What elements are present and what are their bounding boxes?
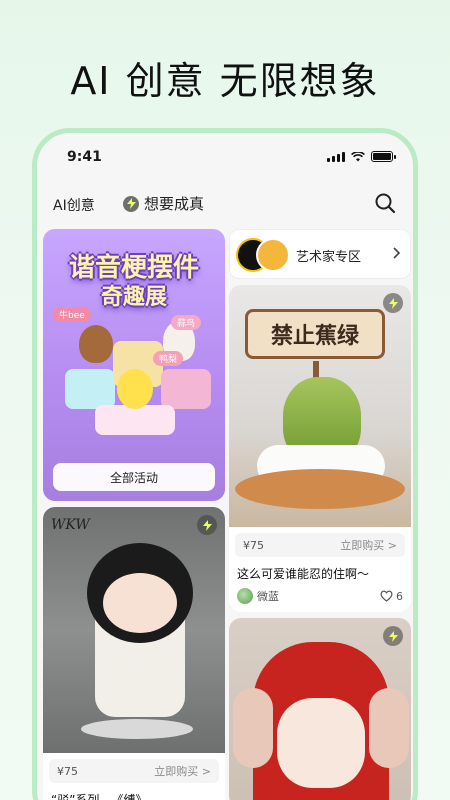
buy-now-link[interactable]: 立即购买 > <box>340 537 397 553</box>
chevron-right-icon <box>393 247 401 259</box>
status-icons <box>327 151 396 162</box>
product-card-right[interactable]: 禁止蕉绿 ¥75 立即购买 > 这么可爱谁能忍的住啊～ 微蓝 6 <box>229 285 411 612</box>
avatar <box>256 238 290 272</box>
all-activities-button[interactable]: 全部活动 <box>53 463 215 491</box>
product-name: 这么可爱谁能忍的住啊～ <box>237 567 370 581</box>
activity-banner[interactable]: 谐音梗摆件 奇趣展 牛bee 蒜鸟 鸭梨 全部活动 <box>43 229 225 501</box>
artist-zone-banner[interactable]: 艺术家专区 <box>229 229 411 279</box>
tag-pear: 鸭梨 <box>153 351 184 366</box>
price-row[interactable]: ¥75 立即购买 > <box>49 759 219 783</box>
figure-face <box>103 573 177 633</box>
product-name: “驳”系列—《缚》 <box>51 793 148 800</box>
product-card-left[interactable]: WKW ¥75 立即购买 > “驳”系列—《缚》 <box>43 507 225 800</box>
battery-icon <box>371 151 396 162</box>
product-image: WKW <box>43 507 225 753</box>
page-headline: AI 创意 无限想象 <box>70 59 380 103</box>
author-name: 微蓝 <box>257 590 279 603</box>
banner-block <box>161 369 211 409</box>
banner-block <box>95 405 175 435</box>
product-meta: 微蓝 6 <box>229 586 411 612</box>
buy-now-link[interactable]: 立即购买 > <box>154 763 211 779</box>
like-button[interactable]: 6 <box>380 590 403 603</box>
bolt-icon <box>123 195 139 212</box>
sign-text: 禁止蕉绿 <box>245 309 385 359</box>
bolt-icon <box>383 293 403 313</box>
figure-earmuff-left <box>233 688 273 768</box>
figure-cow <box>79 325 113 363</box>
artist-zone-label: 艺术家专区 <box>296 250 362 265</box>
tab-ai-creative[interactable]: AI创意 <box>53 195 95 215</box>
bolt-icon <box>383 626 403 646</box>
author[interactable]: 微蓝 <box>237 588 279 604</box>
status-bar: 9:41 <box>37 133 413 177</box>
price-label: ¥75 <box>57 764 78 778</box>
figure-earmuff-right <box>369 688 409 768</box>
bolt-icon <box>197 515 217 535</box>
tag-garlic: 蒜鸟 <box>171 315 202 330</box>
like-count: 6 <box>396 589 403 603</box>
feed-column-right: 艺术家专区 禁止蕉绿 ¥75 立即购买 > 这么可爱谁能忍的住啊～ 微蓝 6 <box>229 229 411 800</box>
wood-plate <box>235 469 405 509</box>
product-card-right-2[interactable] <box>229 618 411 800</box>
tab-dream-come-true[interactable]: 想要成真 <box>123 193 204 214</box>
tag-cow: 牛bee <box>53 307 91 322</box>
feed-column-left: 谐音梗摆件 奇趣展 牛bee 蒜鸟 鸭梨 全部活动 WKW ¥75 立即购买 >… <box>43 229 225 800</box>
price-row[interactable]: ¥75 立即购买 > <box>235 533 405 557</box>
figure-base <box>81 719 193 739</box>
search-icon[interactable] <box>373 191 397 215</box>
price-label: ¥75 <box>243 538 264 552</box>
figure-duck <box>117 369 153 409</box>
product-image <box>229 618 411 800</box>
watermark-text: WKW <box>51 517 90 533</box>
top-nav: AI创意 想要成真 <box>37 191 413 221</box>
phone-frame: 9:41 AI创意 想要成真 谐音梗摆件 奇趣展 牛bee 蒜鸟 鸭梨 全部活动… <box>32 128 418 800</box>
avatar <box>237 588 253 604</box>
wifi-icon <box>351 151 365 161</box>
figure-face <box>277 698 365 788</box>
product-image: 禁止蕉绿 <box>229 285 411 527</box>
status-time: 9:41 <box>67 149 102 165</box>
tab-dream-label: 想要成真 <box>144 195 205 213</box>
signal-icon <box>327 151 345 162</box>
banner-block <box>65 369 115 409</box>
heart-icon <box>380 590 393 602</box>
